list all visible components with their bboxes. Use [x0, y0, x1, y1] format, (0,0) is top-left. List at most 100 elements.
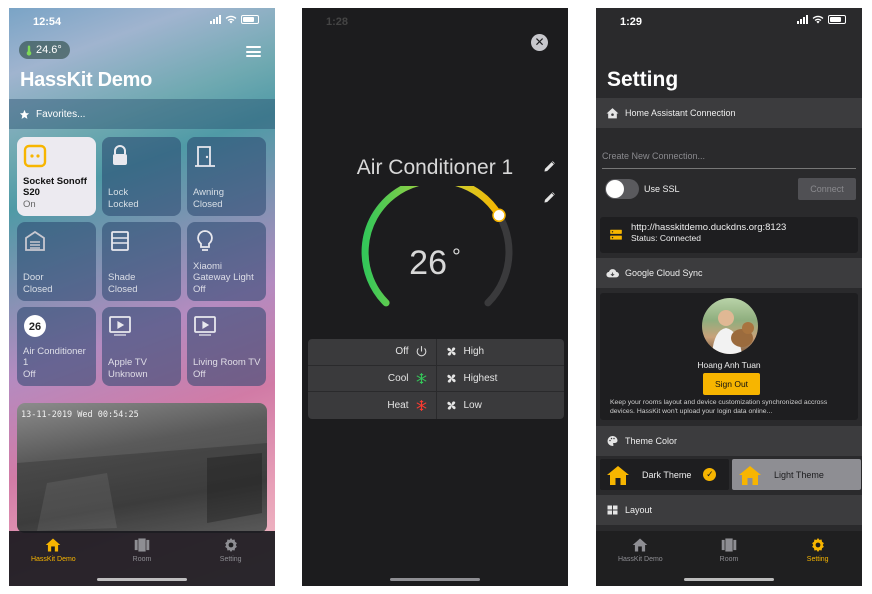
tile-name: Socket Sonoff S20 [23, 175, 87, 199]
target-temperature: 26 ° [302, 244, 568, 283]
status-bar: 12:54 [9, 8, 275, 34]
sync-description: Keep your rooms layout and device custom… [610, 399, 828, 415]
server-url: http://hasskitdemo.duckdns.org:8123 [631, 222, 787, 233]
battery-icon [241, 15, 259, 24]
theme-label: Light Theme [774, 469, 824, 480]
shade-icon [111, 231, 129, 251]
cloud-icon [606, 269, 619, 278]
wifi-icon [225, 15, 237, 24]
section-ha-connection: Home Assistant Connection [596, 98, 862, 128]
power-icon [416, 346, 426, 357]
section-theme-color: Theme Color [596, 426, 862, 456]
tile-air-conditioner[interactable]: 26 Air Conditioner 1 Off [17, 307, 96, 386]
home-indicator [97, 578, 187, 581]
tile-state: Closed [193, 198, 223, 210]
temperature-unit: ° [452, 244, 461, 269]
gear-icon [224, 538, 237, 552]
table-row: Off High [308, 339, 564, 366]
ssl-toggle[interactable] [605, 179, 639, 199]
tile-state: Closed [23, 283, 53, 295]
tile-state: On [23, 198, 36, 210]
tile-door[interactable]: Door Closed [17, 222, 96, 301]
favorites-header[interactable]: Favorites... [9, 99, 275, 129]
section-title: Theme Color [625, 436, 678, 446]
gauge-knob [492, 208, 506, 223]
server-connection-card[interactable]: http://hasskitdemo.duckdns.org:8123 Stat… [600, 217, 858, 253]
app-title: HassKit Demo [20, 69, 152, 91]
tile-name: Living Room TV [193, 357, 261, 368]
air-conditioner-screen: 1:28 ✕ Air Conditioner 1 26 ° Off High C… [302, 8, 568, 586]
camera-feed[interactable]: 13-11-2019 Wed 00:54:25 [17, 403, 267, 533]
palette-icon [607, 436, 618, 446]
tab-bar: HassKit Demo Room Setting [596, 531, 862, 586]
edit-icon[interactable] [542, 189, 558, 205]
input-placeholder: Create New Connection... [602, 151, 706, 161]
signal-icon [210, 15, 221, 24]
tab-label: Room [719, 556, 739, 563]
close-icon: ✕ [534, 35, 545, 49]
fan-label: Highest [463, 372, 498, 384]
status-bar: 1:28 [302, 8, 568, 34]
sign-out-button[interactable]: Sign Out [703, 373, 760, 395]
close-button[interactable]: ✕ [531, 34, 548, 51]
mode-cool-button[interactable]: Cool [308, 365, 437, 391]
fan-icon [446, 347, 456, 356]
tile-apple-tv[interactable]: Apple TV Unknown [102, 307, 181, 386]
tile-living-room-tv[interactable]: Living Room TV Off [187, 307, 266, 386]
tile-lock[interactable]: Lock Locked [102, 137, 181, 216]
user-name: Hoang Anh Tuan [697, 360, 761, 370]
tab-setting[interactable]: Setting [186, 531, 275, 586]
fan-label: High [463, 346, 485, 358]
thermostat-icon: 26 [24, 315, 46, 337]
status-icons [210, 15, 259, 24]
tile-gateway-light[interactable]: Xiaomi Gateway Light Off [187, 222, 266, 301]
status-time: 1:28 [326, 16, 349, 28]
mode-label: Off [395, 346, 409, 358]
temperature-pill[interactable]: 24.6° [19, 41, 70, 59]
bulb-icon [197, 230, 213, 251]
server-status: Status: Connected [631, 233, 701, 243]
status-time: 12:54 [33, 16, 62, 28]
home-indicator [390, 578, 480, 581]
tile-state: Off [193, 368, 206, 380]
thermostat-badge: 26 [29, 321, 41, 333]
tab-home[interactable]: HassKit Demo [596, 531, 685, 586]
tab-bar: HassKit Demo Room Setting [9, 531, 275, 586]
room-icon [721, 538, 737, 552]
tile-name: Apple TV [108, 357, 147, 368]
edit-name-icon[interactable] [542, 158, 558, 174]
tile-awning[interactable]: Awning Closed [187, 137, 266, 216]
tile-state: Off [23, 368, 36, 380]
light-theme-button[interactable]: Light Theme [732, 459, 861, 490]
connect-button[interactable]: Connect [798, 178, 856, 200]
tab-home[interactable]: HassKit Demo [9, 531, 98, 586]
page-title: Setting [607, 68, 679, 91]
fan-highest-button[interactable]: Highest [437, 366, 565, 392]
status-time: 1:29 [620, 16, 643, 28]
garage-icon [25, 230, 45, 251]
fan-high-button[interactable]: High [437, 339, 565, 365]
settings-screen: 1:29 Setting Home Assistant Connection C… [596, 8, 862, 586]
tile-socket[interactable]: Socket Sonoff S20 On [17, 137, 96, 216]
avatar [702, 298, 758, 354]
section-title: Home Assistant Connection [625, 108, 736, 118]
home-icon [607, 465, 629, 485]
temperature-value: 24.6° [36, 44, 62, 56]
tile-state: Unknown [108, 368, 148, 380]
tv-icon [109, 316, 131, 336]
new-connection-input[interactable]: Create New Connection... [602, 145, 856, 169]
thermometer-icon [26, 45, 32, 56]
mode-off-button[interactable]: Off [308, 339, 437, 365]
tv-icon [194, 316, 216, 336]
ssl-toggle-row: Use SSL [605, 179, 680, 199]
section-cloud-sync: Google Cloud Sync [596, 258, 862, 288]
tile-shade[interactable]: Shade Closed [102, 222, 181, 301]
dark-theme-button[interactable]: Dark Theme ✓ [600, 459, 729, 490]
favorites-label: Favorites... [36, 108, 86, 120]
tab-setting[interactable]: Setting [773, 531, 862, 586]
home-indicator [684, 578, 774, 581]
menu-icon[interactable] [246, 46, 261, 57]
fan-low-button[interactable]: Low [437, 392, 565, 419]
mode-heat-button[interactable]: Heat [308, 392, 437, 419]
heat-icon [416, 399, 426, 411]
